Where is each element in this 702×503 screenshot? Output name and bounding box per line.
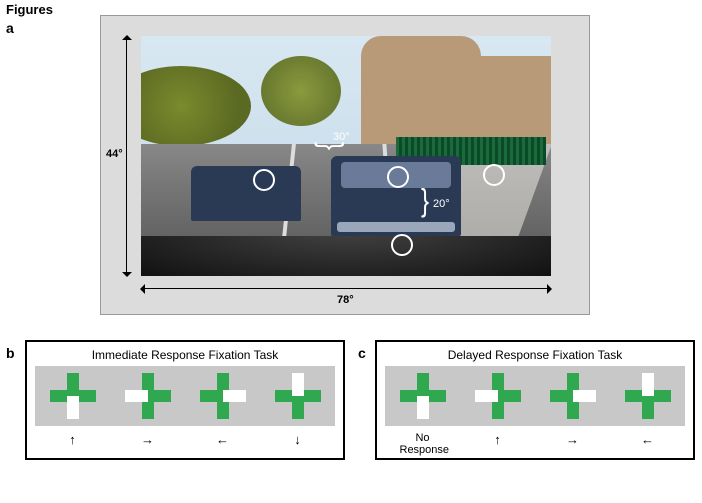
cross-up [50,373,96,419]
resp-no-response: No Response [400,432,446,456]
resp-arrow-left: ← [625,432,671,456]
cross-no-response [400,373,446,419]
resp-arrow-left: ← [200,432,246,447]
resp-arrow-up: ↑ [50,432,96,447]
panel-b-responses: ↑ → ← ↓ [35,432,335,447]
resp-arrow-right: → [550,432,596,456]
cross-left [625,373,671,419]
panel-c-responses: No Response ↑ → ← [385,432,685,456]
cross-right [125,373,171,419]
cross-up [475,373,521,419]
fixation-circle-left [253,169,275,191]
dashboard [141,236,551,276]
cross-down [275,373,321,419]
cross-left [200,373,246,419]
inner-vertical-angle: 20° [433,198,450,210]
height-arrow [126,36,127,276]
panel-a-label: a [6,20,14,36]
fixation-circle-bottom [391,234,413,256]
inner-horizontal-angle: 30° [333,131,350,143]
resp-arrow-up: ↑ [475,432,521,456]
fixation-circle-right [483,164,505,186]
panel-b-title: Immediate Response Fixation Task [35,348,335,362]
panel-c: Delayed Response Fixation Task No Respon… [375,340,695,460]
panel-b-crosses [35,366,335,426]
panel-c-crosses [385,366,685,426]
cross-right [550,373,596,419]
panel-c-label: c [358,345,366,361]
brace-vertical: } [421,184,429,220]
brace-horizontal: } [312,142,348,150]
height-deg-label: 44° [106,148,123,160]
figures-heading: Figures [6,2,53,17]
tree-right [261,56,341,126]
resp-arrow-down: ↓ [275,432,321,447]
width-deg-label: 78° [337,294,354,306]
building [361,56,551,146]
panel-a: } 30° } 20° 78° 44° [100,15,590,315]
panel-c-title: Delayed Response Fixation Task [385,348,685,362]
car-bumper [337,222,455,232]
panel-b-label: b [6,345,15,361]
driving-scene: } 30° } 20° [141,36,551,276]
car-left [191,166,301,221]
width-arrow [141,288,551,289]
panel-b: Immediate Response Fixation Task ↑ → ← ↓ [25,340,345,460]
resp-arrow-right: → [125,432,171,447]
fixation-circle-center [387,166,409,188]
